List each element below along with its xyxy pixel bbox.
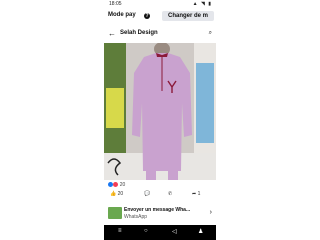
- page-header: ← Selah Design ⌕: [104, 28, 216, 40]
- kaftan-photo-illustration: [104, 43, 216, 180]
- reactions-count: 20: [119, 182, 126, 188]
- page-title[interactable]: Selah Design: [120, 30, 158, 36]
- changer-button[interactable]: Changer de m: [162, 11, 214, 21]
- system-nav-bar: ≡ ○ ◁ ♟: [104, 225, 216, 240]
- ad-thumbnail: [108, 207, 122, 219]
- search-icon[interactable]: ⌕: [209, 30, 212, 37]
- mode-pay-label[interactable]: Mode pay: [108, 12, 136, 18]
- phone-screen: 18:05 ▲ ◥ ▮ Mode pay ? Changer de m ← Se…: [104, 0, 216, 240]
- whatsapp-icon[interactable]: ✆: [168, 191, 172, 197]
- top-bar: Mode pay ? Changer de m: [104, 10, 216, 24]
- status-bar: 18:05 ▲ ◥ ▮: [104, 0, 216, 8]
- back-icon[interactable]: ◁: [172, 228, 177, 235]
- like-button[interactable]: 👍 20: [110, 191, 123, 197]
- status-icons: ▲ ◥ ▮: [192, 1, 212, 7]
- share-button[interactable]: ➦ 1: [192, 191, 200, 197]
- reactions-summary[interactable]: 20: [108, 182, 125, 188]
- post-photo[interactable]: [104, 43, 216, 180]
- like-reaction-icon: [108, 182, 113, 188]
- menu-icon[interactable]: ≡: [118, 228, 122, 234]
- whatsapp-ad[interactable]: Envoyer un message Wha... WhatsApp ›: [104, 204, 216, 222]
- back-arrow-icon[interactable]: ←: [108, 29, 116, 38]
- like-count: 20: [117, 191, 124, 197]
- share-count: 1: [197, 191, 201, 197]
- chevron-right-icon[interactable]: ›: [210, 209, 212, 216]
- comment-icon[interactable]: 💬: [144, 191, 150, 197]
- post-actions: 👍 20 💬 ✆ ➦ 1: [104, 190, 216, 202]
- person-icon[interactable]: ♟: [198, 228, 203, 235]
- love-reaction-icon: [113, 182, 119, 188]
- home-icon[interactable]: ○: [144, 228, 148, 234]
- status-time: 18:05: [109, 1, 122, 7]
- ad-subtitle: WhatsApp: [124, 214, 148, 220]
- ad-title: Envoyer un message Wha...: [124, 207, 191, 213]
- help-icon[interactable]: ?: [144, 13, 150, 19]
